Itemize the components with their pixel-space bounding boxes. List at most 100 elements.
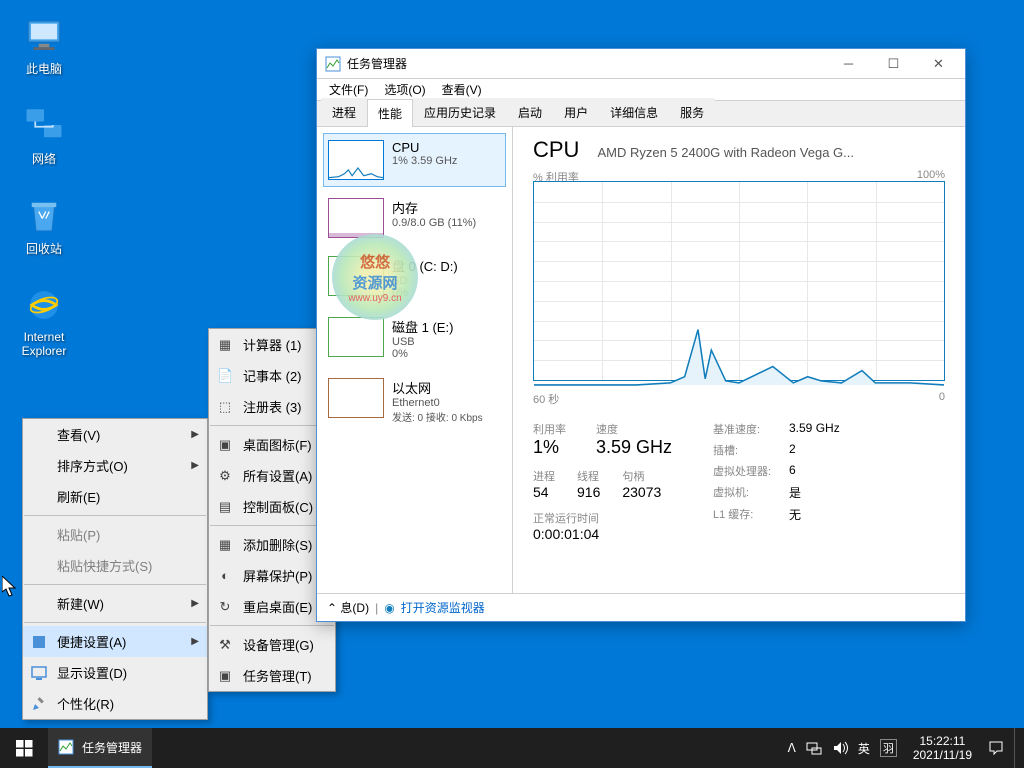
stat-uptime: 0:00:01:04 bbox=[533, 526, 703, 542]
minimize-button[interactable]: ─ bbox=[826, 50, 871, 78]
calculator-icon: ▦ bbox=[217, 337, 233, 353]
cpu-chart bbox=[533, 181, 945, 381]
notepad-icon: 📄 bbox=[217, 368, 233, 384]
sidebar-ethernet[interactable]: 以太网Ethernet0发送: 0 接收: 0 Kbps bbox=[323, 371, 506, 431]
task-manager-icon bbox=[58, 739, 74, 755]
tab-performance[interactable]: 性能 bbox=[367, 99, 413, 127]
tray-network-icon[interactable] bbox=[806, 740, 822, 756]
stat-utilization: 1% bbox=[533, 437, 566, 458]
start-button[interactable] bbox=[0, 728, 48, 768]
ctx-quick-settings[interactable]: 便捷设置(A)▶ bbox=[23, 626, 207, 657]
ctx-display-settings[interactable]: 显示设置(D) bbox=[23, 657, 207, 688]
taskbar: 任务管理器 ᐱ 英 羽 15:22:11 2021/11/19 bbox=[0, 728, 1024, 768]
sidebar-disk0[interactable]: 盘 0 (C: D:)SD0% bbox=[323, 249, 506, 306]
statusbar: ⌃ 息(D) | ◉ 打开资源监视器 bbox=[317, 593, 965, 621]
stat-handles: 23073 bbox=[622, 484, 661, 500]
cpu-line bbox=[534, 182, 944, 387]
desktop-icon-label: 回收站 bbox=[6, 240, 82, 257]
menu-options[interactable]: 选项(O) bbox=[376, 79, 433, 100]
network-icon bbox=[23, 104, 65, 146]
open-resource-monitor[interactable]: 打开资源监视器 bbox=[401, 599, 485, 616]
performance-sidebar: CPU1% 3.59 GHz 内存0.9/8.0 GB (11%) 盘 0 (C… bbox=[317, 127, 513, 593]
menu-file[interactable]: 文件(F) bbox=[321, 79, 376, 100]
ctx-paste: 粘贴(P) bbox=[23, 519, 207, 550]
screensaver-icon: ◐ bbox=[217, 568, 233, 584]
ctx-sort[interactable]: 排序方式(O)▶ bbox=[23, 450, 207, 481]
ie-icon bbox=[23, 284, 65, 326]
stat-threads: 916 bbox=[577, 484, 600, 500]
pc-icon bbox=[23, 14, 65, 56]
ctx-view[interactable]: 查看(V)▶ bbox=[23, 419, 207, 450]
menu-view[interactable]: 查看(V) bbox=[434, 79, 490, 100]
tray-action-center-icon[interactable] bbox=[988, 740, 1004, 756]
control-panel-icon: ▤ bbox=[217, 499, 233, 515]
tab-startup[interactable]: 启动 bbox=[507, 98, 553, 126]
sub-task-manager[interactable]: ▣任务管理(T) bbox=[209, 660, 335, 691]
tab-users[interactable]: 用户 bbox=[553, 98, 599, 126]
tab-processes[interactable]: 进程 bbox=[321, 98, 367, 126]
display-icon bbox=[31, 665, 47, 681]
chevron-up-icon: ⌃ bbox=[327, 601, 337, 615]
maximize-button[interactable]: ☐ bbox=[871, 50, 916, 78]
taskbar-task-manager[interactable]: 任务管理器 bbox=[48, 728, 152, 768]
chart-label-br: 0 bbox=[939, 391, 945, 407]
desktop-icon-label: 此电脑 bbox=[6, 60, 82, 77]
add-remove-icon: ▦ bbox=[217, 537, 233, 553]
ctx-personalize[interactable]: 个性化(R) bbox=[23, 688, 207, 719]
chevron-right-icon: ▶ bbox=[191, 598, 199, 609]
separator bbox=[24, 515, 206, 516]
separator bbox=[210, 625, 334, 626]
settings-icon bbox=[31, 634, 47, 650]
device-manager-icon: ⚒ bbox=[217, 637, 233, 653]
sidebar-cpu[interactable]: CPU1% 3.59 GHz bbox=[323, 133, 506, 187]
tabstrip: 进程 性能 应用历史记录 启动 用户 详细信息 服务 bbox=[317, 101, 965, 127]
desktop-context-menu: 查看(V)▶ 排序方式(O)▶ 刷新(E) 粘贴(P) 粘贴快捷方式(S) 新建… bbox=[22, 418, 208, 720]
ctx-paste-shortcut: 粘贴快捷方式(S) bbox=[23, 550, 207, 581]
disk-thumb-icon bbox=[328, 256, 384, 296]
desktop-icons-icon: ▣ bbox=[217, 437, 233, 453]
tray-ime2[interactable]: 羽 bbox=[880, 739, 897, 757]
desktop-icon-ie[interactable]: Internet Explorer bbox=[6, 284, 82, 358]
ctx-new[interactable]: 新建(W)▶ bbox=[23, 588, 207, 619]
separator bbox=[24, 622, 206, 623]
resmon-icon: ◉ bbox=[384, 601, 394, 615]
ethernet-thumb-icon bbox=[328, 378, 384, 418]
close-button[interactable]: ✕ bbox=[916, 50, 961, 78]
all-settings-icon: ⚙ bbox=[217, 468, 233, 484]
chevron-right-icon: ▶ bbox=[191, 429, 199, 440]
task-manager-window: 任务管理器 ─ ☐ ✕ 文件(F) 选项(O) 查看(V) 进程 性能 应用历史… bbox=[316, 48, 966, 622]
restart-icon: ↻ bbox=[217, 599, 233, 615]
tab-services[interactable]: 服务 bbox=[669, 98, 715, 126]
tray-clock[interactable]: 15:22:11 2021/11/19 bbox=[907, 734, 978, 762]
windows-icon bbox=[16, 740, 33, 757]
fewer-details[interactable]: ⌃ 息(D) bbox=[327, 599, 369, 616]
performance-main: CPU AMD Ryzen 5 2400G with Radeon Vega G… bbox=[513, 127, 965, 593]
registry-icon: ⬚ bbox=[217, 399, 233, 415]
titlebar[interactable]: 任务管理器 ─ ☐ ✕ bbox=[317, 49, 965, 79]
cpu-thumb-icon bbox=[328, 140, 384, 180]
perf-title: CPU bbox=[533, 137, 579, 163]
tray-ime[interactable]: 英 bbox=[858, 740, 870, 757]
tray-overflow-icon[interactable]: ᐱ bbox=[788, 741, 796, 755]
tab-details[interactable]: 详细信息 bbox=[599, 98, 669, 126]
tray-volume-icon[interactable] bbox=[832, 740, 848, 756]
ctx-refresh[interactable]: 刷新(E) bbox=[23, 481, 207, 512]
app-icon bbox=[325, 56, 341, 72]
desktop-icon-this-pc[interactable]: 此电脑 bbox=[6, 14, 82, 77]
tab-app-history[interactable]: 应用历史记录 bbox=[413, 98, 507, 126]
show-desktop-button[interactable] bbox=[1014, 728, 1020, 768]
sub-device-manager[interactable]: ⚒设备管理(G) bbox=[209, 629, 335, 660]
recycle-bin-icon bbox=[23, 194, 65, 236]
sidebar-memory[interactable]: 内存0.9/8.0 GB (11%) bbox=[323, 191, 506, 245]
sidebar-disk1[interactable]: 磁盘 1 (E:)USB0% bbox=[323, 310, 506, 367]
desktop-icon-label: 网络 bbox=[6, 150, 82, 167]
cursor-icon bbox=[2, 576, 20, 598]
desktop-icon-network[interactable]: 网络 bbox=[6, 104, 82, 167]
desktop-icon-recycle-bin[interactable]: 回收站 bbox=[6, 194, 82, 257]
chart-label-bl: 60 秒 bbox=[533, 391, 559, 407]
disk-thumb-icon bbox=[328, 317, 384, 357]
perf-subtitle: AMD Ryzen 5 2400G with Radeon Vega G... bbox=[597, 145, 854, 160]
personalize-icon bbox=[31, 696, 47, 712]
memory-thumb-icon bbox=[328, 198, 384, 238]
chevron-right-icon: ▶ bbox=[191, 636, 199, 647]
